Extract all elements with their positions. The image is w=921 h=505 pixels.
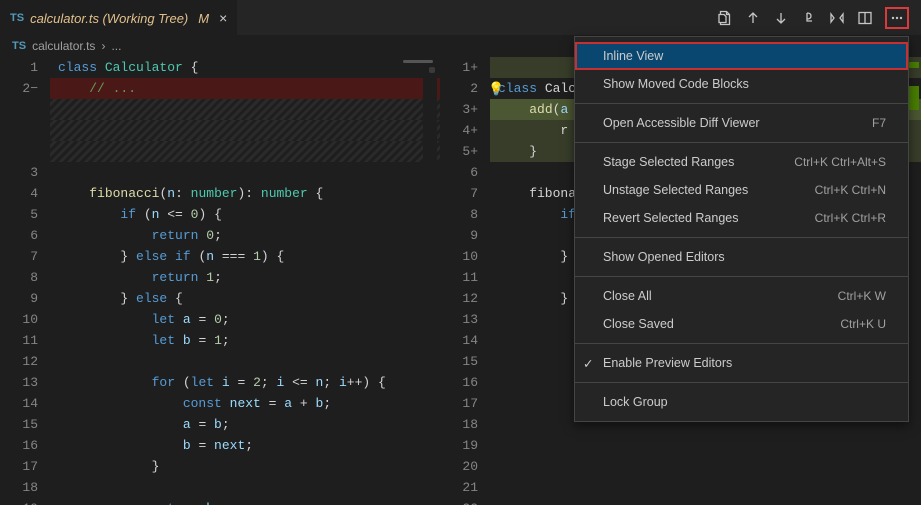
menu-separator — [575, 103, 908, 104]
menu-item-label: Close Saved — [603, 317, 674, 331]
menu-item-label: Show Moved Code Blocks — [603, 77, 749, 91]
menu-separator — [575, 276, 908, 277]
editor-more-menu: Inline View Show Moved Code Blocks Open Ac… — [574, 36, 909, 422]
code-line[interactable]: 14 const next = a + b; — [8, 393, 440, 414]
code-line[interactable]: 12 — [8, 351, 440, 372]
menu-item-label: Unstage Selected Ranges — [603, 183, 748, 197]
menu-item-stage-selected-ranges[interactable]: Stage Selected Ranges Ctrl+K Ctrl+Alt+S — [575, 148, 908, 176]
menu-separator — [575, 382, 908, 383]
code-line[interactable]: 11 let b = 1; — [8, 330, 440, 351]
code-line[interactable] — [8, 120, 440, 141]
menu-item-label: Open Accessible Diff Viewer — [603, 116, 760, 130]
menu-item-label: Lock Group — [603, 395, 668, 409]
code-line[interactable]: 10 let a = 0; — [8, 309, 440, 330]
code-line[interactable]: 1class Calculator { — [8, 57, 440, 78]
code-line[interactable]: 19 — [448, 435, 921, 456]
code-line[interactable]: 15 a = b; — [8, 414, 440, 435]
code-line[interactable]: 22 — [448, 498, 921, 505]
menu-shortcut: Ctrl+K U — [840, 317, 886, 331]
code-line[interactable]: 6 return 0; — [8, 225, 440, 246]
code-line[interactable] — [8, 141, 440, 162]
split-editor-icon[interactable] — [857, 10, 873, 26]
typescript-icon: TS — [10, 12, 24, 24]
whitespace-icon[interactable] — [801, 10, 817, 26]
menu-separator — [575, 142, 908, 143]
menu-separator — [575, 343, 908, 344]
typescript-icon: TS — [12, 40, 26, 52]
code-line[interactable]: 13 for (let i = 2; i <= n; i++) { — [8, 372, 440, 393]
tab-title: calculator.ts (Working Tree) — [30, 11, 188, 26]
menu-item-label: Enable Preview Editors — [603, 356, 732, 370]
go-to-file-icon[interactable] — [717, 10, 733, 26]
arrow-down-icon[interactable] — [773, 10, 789, 26]
menu-item-label: Revert Selected Ranges — [603, 211, 739, 225]
menu-shortcut: Ctrl+K Ctrl+Alt+S — [794, 155, 886, 169]
menu-separator — [575, 237, 908, 238]
check-icon: ✓ — [583, 356, 593, 371]
code-line[interactable]: 18 — [8, 477, 440, 498]
menu-item-close-all[interactable]: Close All Ctrl+K W — [575, 282, 908, 310]
code-line[interactable] — [8, 99, 440, 120]
menu-item-label: Stage Selected Ranges — [603, 155, 734, 169]
menu-item-open-accessible-diff-viewer[interactable]: Open Accessible Diff Viewer F7 — [575, 109, 908, 137]
editor-tab[interactable]: TS calculator.ts (Working Tree) M × — [0, 0, 237, 35]
left-overview-ruler — [423, 57, 437, 505]
code-line[interactable]: 21 — [448, 477, 921, 498]
code-line[interactable]: 4 fibonacci(n: number): number { — [8, 183, 440, 204]
code-line[interactable]: 20 — [448, 456, 921, 477]
editor-actions — [717, 7, 921, 29]
code-line[interactable]: 2− // ... — [8, 78, 440, 99]
code-line[interactable]: 16 b = next; — [8, 435, 440, 456]
code-line[interactable]: 5 if (n <= 0) { — [8, 204, 440, 225]
menu-item-label: Inline View — [603, 49, 663, 63]
code-line[interactable]: 9 } else { — [8, 288, 440, 309]
breadcrumb-file: calculator.ts — [32, 39, 95, 53]
menu-item-unstage-selected-ranges[interactable]: Unstage Selected Ranges Ctrl+K Ctrl+N — [575, 176, 908, 204]
close-tab-icon[interactable]: × — [219, 10, 227, 26]
menu-item-revert-selected-ranges[interactable]: Revert Selected Ranges Ctrl+K Ctrl+R — [575, 204, 908, 232]
code-line[interactable]: 3 — [8, 162, 440, 183]
breadcrumb-rest: ... — [111, 39, 121, 53]
menu-item-label: Show Opened Editors — [603, 250, 725, 264]
modified-indicator: M — [198, 11, 209, 26]
menu-item-show-opened-editors[interactable]: Show Opened Editors — [575, 243, 908, 271]
compare-icon[interactable] — [829, 10, 845, 26]
menu-shortcut: Ctrl+K Ctrl+R — [815, 211, 886, 225]
breadcrumb-separator: › — [101, 39, 105, 53]
arrow-up-icon[interactable] — [745, 10, 761, 26]
more-actions-icon[interactable] — [885, 7, 909, 29]
code-line[interactable]: 17 } — [8, 456, 440, 477]
menu-item-inline-view[interactable]: Inline View — [575, 42, 908, 70]
tab-bar: TS calculator.ts (Working Tree) M × — [0, 0, 921, 35]
code-line[interactable]: 19 return b; — [8, 498, 440, 505]
menu-item-close-saved[interactable]: Close Saved Ctrl+K U — [575, 310, 908, 338]
menu-item-show-moved-code-blocks[interactable]: Show Moved Code Blocks — [575, 70, 908, 98]
menu-shortcut: Ctrl+K Ctrl+N — [815, 183, 886, 197]
code-line[interactable]: 7 } else if (n === 1) { — [8, 246, 440, 267]
code-line[interactable]: 8 return 1; — [8, 267, 440, 288]
original-pane[interactable]: 1class Calculator {2− // ... 34 fibonacci… — [0, 57, 440, 505]
menu-shortcut: Ctrl+K W — [838, 289, 886, 303]
menu-item-lock-group[interactable]: Lock Group — [575, 388, 908, 416]
menu-shortcut: F7 — [872, 116, 886, 130]
menu-item-enable-preview-editors[interactable]: ✓ Enable Preview Editors — [575, 349, 908, 377]
menu-item-label: Close All — [603, 289, 652, 303]
